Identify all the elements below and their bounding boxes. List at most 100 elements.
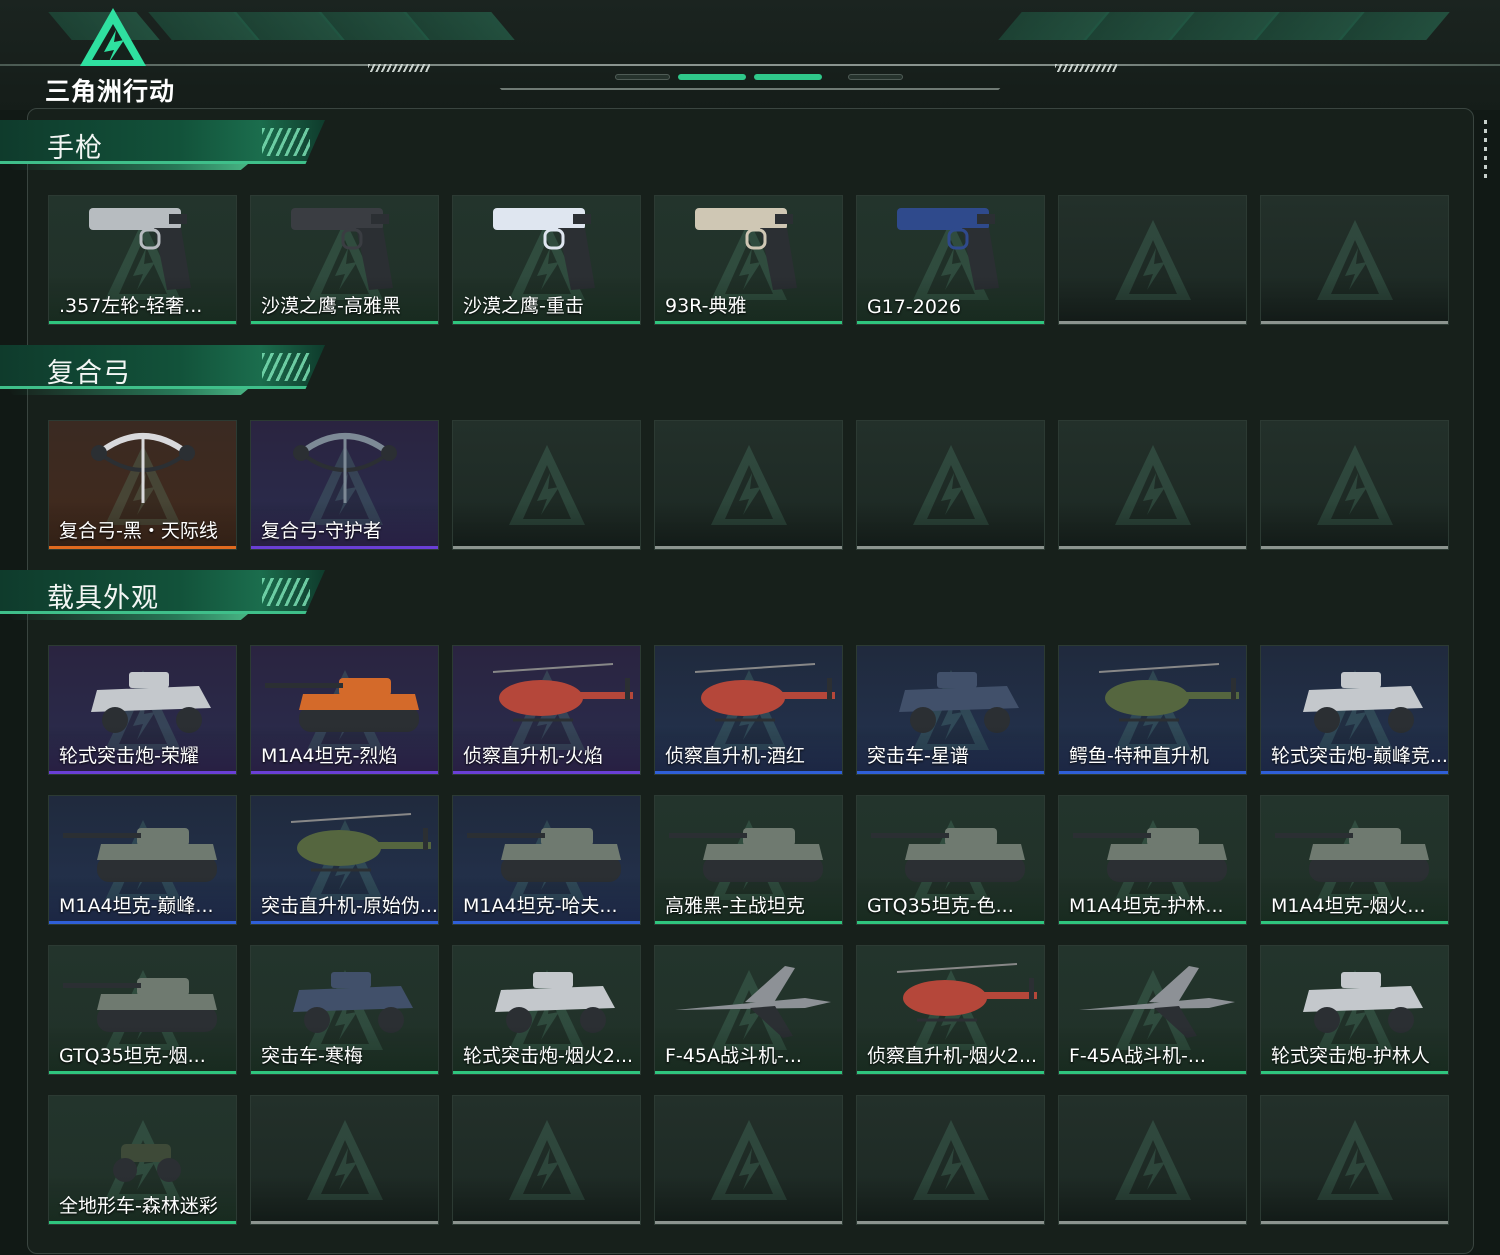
item-card[interactable]: 突击车-星谱 (856, 645, 1045, 775)
header-hatch (368, 64, 430, 72)
rarity-bar (1059, 771, 1246, 774)
header-indicator-active (678, 74, 746, 80)
item-label: 全地形车-森林迷彩 (59, 1195, 218, 1217)
item-card[interactable]: GTQ35坦克-色... (856, 795, 1045, 925)
empty-slot (452, 1095, 641, 1225)
empty-slot (654, 420, 843, 550)
header-indicator (615, 74, 670, 80)
item-label: 轮式突击炮-烟火2... (463, 1045, 634, 1067)
item-card[interactable]: 复合弓-守护者 (250, 420, 439, 550)
item-card[interactable]: M1A4坦克-巅峰... (48, 795, 237, 925)
rarity-bar (453, 1071, 640, 1074)
item-card[interactable]: 轮式突击炮-巅峰竞... (1260, 645, 1449, 775)
item-card[interactable]: 轮式突击炮-护林人 (1260, 945, 1449, 1075)
rarity-bar (453, 546, 640, 549)
rarity-bar (49, 921, 236, 924)
item-card[interactable]: 侦察直升机-火焰 (452, 645, 641, 775)
card-shade (1059, 1176, 1246, 1224)
rarity-bar (857, 1071, 1044, 1074)
item-card[interactable]: 复合弓-黑・天际线 (48, 420, 237, 550)
header-center-frame (480, 68, 1020, 90)
rarity-bar (1261, 1221, 1448, 1224)
section-header: 载具外观 (0, 570, 330, 624)
item-card[interactable]: 突击直升机-原始伪... (250, 795, 439, 925)
item-label: M1A4坦克-烟火... (1271, 895, 1426, 917)
item-card[interactable]: 轮式突击炮-荣耀 (48, 645, 237, 775)
brand-logo-text: 三角洲行动 (45, 77, 176, 106)
rarity-bar (857, 546, 1044, 549)
card-shade (1261, 1176, 1448, 1224)
item-card[interactable]: .357左轮-轻奢... (48, 195, 237, 325)
rarity-bar (1261, 921, 1448, 924)
item-card[interactable]: GTQ35坦克-烟... (48, 945, 237, 1075)
item-label: 轮式突击炮-护林人 (1271, 1045, 1430, 1067)
item-card[interactable]: 鳄鱼-特种直升机 (1058, 645, 1247, 775)
card-shade (1261, 276, 1448, 324)
rarity-bar (453, 921, 640, 924)
rarity-bar (49, 771, 236, 774)
rarity-bar (655, 1071, 842, 1074)
section-header: 手枪 (0, 120, 330, 174)
item-card[interactable]: 沙漠之鹰-重击 (452, 195, 641, 325)
rarity-bar (49, 1071, 236, 1074)
item-card[interactable]: 沙漠之鹰-高雅黑 (250, 195, 439, 325)
item-card[interactable]: 侦察直升机-酒红 (654, 645, 843, 775)
item-label: M1A4坦克-哈夫... (463, 895, 618, 917)
rarity-bar (251, 1221, 438, 1224)
empty-slot (1260, 195, 1449, 325)
item-card[interactable]: 高雅黑-主战坦克 (654, 795, 843, 925)
rarity-bar (655, 546, 842, 549)
item-card[interactable]: 侦察直升机-烟火2... (856, 945, 1045, 1075)
header-hatch (1055, 64, 1117, 72)
item-label: 突击车-星谱 (867, 745, 969, 767)
empty-slot (250, 1095, 439, 1225)
item-label: 沙漠之鹰-高雅黑 (261, 295, 401, 317)
empty-slot (1260, 420, 1449, 550)
section-title: 手枪 (47, 133, 103, 164)
item-label: 高雅黑-主战坦克 (665, 895, 805, 917)
rarity-bar (1261, 546, 1448, 549)
item-card[interactable]: F-45A战斗机-... (1058, 945, 1247, 1075)
item-card[interactable]: M1A4坦克-哈夫... (452, 795, 641, 925)
empty-slot (856, 420, 1045, 550)
item-card[interactable]: M1A4坦克-护林... (1058, 795, 1247, 925)
item-card[interactable]: 93R-典雅 (654, 195, 843, 325)
rarity-bar (857, 321, 1044, 324)
item-label: M1A4坦克-巅峰... (59, 895, 214, 917)
empty-slot (452, 420, 641, 550)
item-card[interactable]: G17-2026 (856, 195, 1045, 325)
scrollbar-handle[interactable] (1484, 120, 1487, 180)
item-label: 侦察直升机-烟火2... (867, 1045, 1038, 1067)
rarity-bar (453, 771, 640, 774)
rarity-bar (1261, 1071, 1448, 1074)
item-label: M1A4坦克-护林... (1069, 895, 1224, 917)
rarity-bar (49, 546, 236, 549)
rarity-bar (1059, 1071, 1246, 1074)
item-label: 轮式突击炮-荣耀 (59, 745, 199, 767)
rarity-bar (251, 921, 438, 924)
rarity-bar (251, 321, 438, 324)
item-label: GTQ35坦克-色... (867, 895, 1014, 917)
rarity-bar (1059, 1221, 1246, 1224)
section-header-hatch (262, 578, 310, 606)
rarity-bar (49, 1221, 236, 1224)
rarity-bar (251, 771, 438, 774)
header-indicator-active (754, 74, 822, 80)
rarity-bar (857, 1221, 1044, 1224)
rarity-bar (453, 321, 640, 324)
item-card[interactable]: 突击车-寒梅 (250, 945, 439, 1075)
rarity-bar (857, 771, 1044, 774)
empty-slot (1058, 195, 1247, 325)
rarity-bar (655, 321, 842, 324)
card-shade (655, 501, 842, 549)
item-card[interactable]: 全地形车-森林迷彩 (48, 1095, 237, 1225)
item-card[interactable]: 轮式突击炮-烟火2... (452, 945, 641, 1075)
item-label: 93R-典雅 (665, 295, 747, 317)
item-card[interactable]: M1A4坦克-烈焰 (250, 645, 439, 775)
item-card[interactable]: F-45A战斗机-... (654, 945, 843, 1075)
item-card[interactable]: M1A4坦克-烟火... (1260, 795, 1449, 925)
card-shade (1059, 501, 1246, 549)
rarity-bar (49, 321, 236, 324)
rarity-bar (1059, 921, 1246, 924)
delta-triangle-icon (80, 8, 146, 66)
